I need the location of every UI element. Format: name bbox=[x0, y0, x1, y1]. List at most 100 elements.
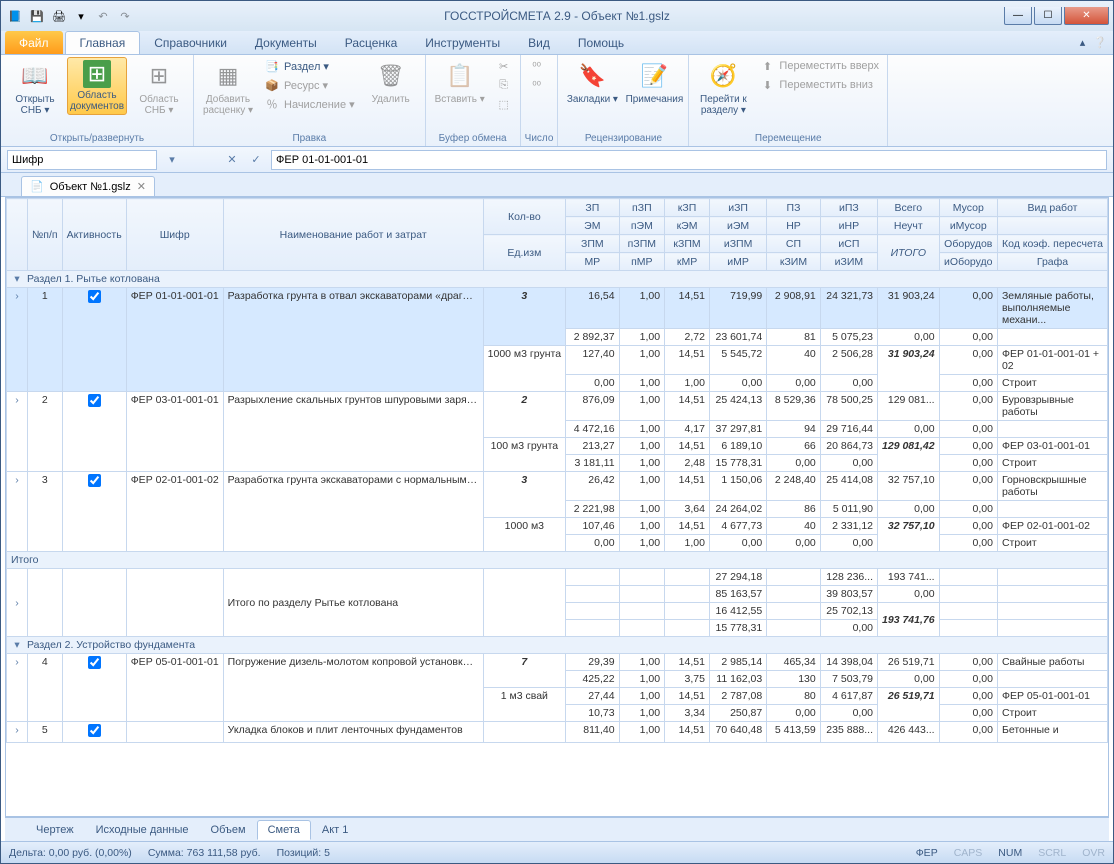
expand-icon[interactable]: › bbox=[11, 724, 23, 736]
tab-rate[interactable]: Расценка bbox=[331, 31, 412, 54]
maximize-button[interactable]: ☐ bbox=[1034, 7, 1062, 25]
close-tab-icon[interactable]: ✕ bbox=[137, 180, 146, 193]
help-icon[interactable]: ❔ bbox=[1093, 36, 1107, 49]
expand-icon[interactable]: › bbox=[11, 597, 23, 609]
trash-icon: 🗑 bbox=[375, 60, 407, 92]
status-delta: Дельта: 0,00 руб. (0,00%) bbox=[9, 847, 132, 859]
close-button[interactable]: ✕ bbox=[1064, 7, 1109, 25]
group-label: Число bbox=[525, 131, 554, 146]
sheet-tab[interactable]: Чертеж bbox=[25, 820, 85, 840]
save-icon[interactable]: 💾 bbox=[27, 6, 47, 26]
book-icon: 📖 bbox=[19, 60, 51, 92]
cut-button[interactable]: ✂ bbox=[492, 57, 516, 75]
add-rate-button[interactable]: ▦Добавить расценку ▾ bbox=[198, 57, 258, 119]
sheet-tab[interactable]: Объем bbox=[200, 820, 257, 840]
redo-icon[interactable]: ↷ bbox=[115, 6, 135, 26]
app-icon[interactable]: 📘 bbox=[5, 6, 25, 26]
tab-tools[interactable]: Инструменты bbox=[411, 31, 514, 54]
doc-area-button[interactable]: ⊞Область документов bbox=[67, 57, 127, 115]
move-up-button[interactable]: ⬆Переместить вверх bbox=[755, 57, 883, 75]
sheet-tab[interactable]: Акт 1 bbox=[311, 820, 360, 840]
select-button[interactable]: ⬚ bbox=[492, 95, 516, 113]
bookmarks-button[interactable]: 🔖Закладки ▾ bbox=[562, 57, 622, 108]
undo-icon[interactable]: ↶ bbox=[93, 6, 113, 26]
section-button[interactable]: 📑Раздел ▾ bbox=[260, 57, 359, 75]
collapse-icon[interactable]: ▾ bbox=[11, 273, 23, 285]
caps-indicator: CAPS bbox=[954, 847, 983, 859]
minimize-button[interactable]: — bbox=[1004, 7, 1032, 25]
formula-input[interactable] bbox=[271, 150, 1107, 170]
collapse-icon[interactable]: ▾ bbox=[11, 639, 23, 651]
delete-button[interactable]: 🗑Удалить bbox=[361, 57, 421, 108]
tab-help[interactable]: Помощь bbox=[564, 31, 638, 54]
num-indicator: NUM bbox=[998, 847, 1022, 859]
sheet-tab[interactable]: Исходные данные bbox=[85, 820, 200, 840]
expand-icon[interactable]: › bbox=[11, 290, 23, 302]
group-label: Буфер обмена bbox=[430, 131, 516, 146]
status-fer: ФЕР bbox=[916, 847, 938, 859]
group-label: Перемещение bbox=[693, 131, 883, 146]
grid[interactable]: №п/пАктивностьШифрНаименование работ и з… bbox=[5, 197, 1109, 817]
tab-docs[interactable]: Документы bbox=[241, 31, 331, 54]
accrual-icon: ％ bbox=[264, 96, 280, 112]
scrl-indicator: SCRL bbox=[1038, 847, 1066, 859]
accept-icon[interactable]: ✓ bbox=[247, 151, 265, 169]
num2[interactable]: ⁰⁰ bbox=[525, 76, 549, 94]
move-down-button[interactable]: ⬇Переместить вниз bbox=[755, 76, 883, 94]
expand-icon[interactable]: › bbox=[11, 474, 23, 486]
document-tabs: 📄 Объект №1.gslz ✕ bbox=[1, 173, 1113, 197]
tab-ref[interactable]: Справочники bbox=[140, 31, 241, 54]
open-snb-button[interactable]: 📖Открыть СНБ ▾ bbox=[5, 57, 65, 119]
paste-button[interactable]: 📋Вставить ▾ bbox=[430, 57, 490, 108]
num1[interactable]: ⁰⁰ bbox=[525, 57, 549, 75]
tab-view[interactable]: Вид bbox=[514, 31, 564, 54]
copy-icon: ⎘ bbox=[496, 77, 512, 93]
ribbon-min-icon[interactable]: ▴ bbox=[1080, 36, 1086, 49]
ovr-indicator: OVR bbox=[1082, 847, 1105, 859]
cancel-icon[interactable]: ✕ bbox=[223, 151, 241, 169]
notes-button[interactable]: 📝Примечания bbox=[624, 57, 684, 108]
clipboard-icon: 📋 bbox=[444, 60, 476, 92]
up-icon: ⬆ bbox=[759, 58, 775, 74]
section-icon: 📑 bbox=[264, 58, 280, 74]
expand-icon[interactable]: › bbox=[11, 656, 23, 668]
copy-button[interactable]: ⎘ bbox=[492, 76, 516, 94]
active-checkbox[interactable] bbox=[88, 724, 101, 737]
document-tab[interactable]: 📄 Объект №1.gslz ✕ bbox=[21, 176, 155, 196]
window-title: ГОССТРОЙСМЕТА 2.9 - Объект №1.gslz bbox=[444, 9, 670, 23]
sheet-tab[interactable]: Смета bbox=[257, 820, 311, 840]
cut-icon: ✂ bbox=[496, 58, 512, 74]
doc-icon: 📄 bbox=[30, 180, 44, 193]
ribbon: 📖Открыть СНБ ▾ ⊞Область документов ⊞Обла… bbox=[1, 55, 1113, 147]
formula-bar: ▾ ✕ ✓ bbox=[1, 147, 1113, 173]
resource-button[interactable]: 📦Ресурс ▾ bbox=[260, 76, 359, 94]
resource-icon: 📦 bbox=[264, 77, 280, 93]
snb-area-button[interactable]: ⊞Область СНБ ▾ bbox=[129, 57, 189, 119]
active-checkbox[interactable] bbox=[88, 474, 101, 487]
name-dropdown[interactable]: ▾ bbox=[163, 151, 181, 169]
expand-icon[interactable]: › bbox=[11, 394, 23, 406]
active-checkbox[interactable] bbox=[88, 656, 101, 669]
accrual-button[interactable]: ％Начисление ▾ bbox=[260, 95, 359, 113]
tab-main[interactable]: Главная bbox=[65, 31, 141, 54]
active-checkbox[interactable] bbox=[88, 394, 101, 407]
group-label: Правка bbox=[198, 131, 421, 146]
grid2-icon: ⊞ bbox=[143, 60, 175, 92]
status-pos: Позиций: 5 bbox=[277, 847, 330, 859]
active-checkbox[interactable] bbox=[88, 290, 101, 303]
titlebar: 📘 💾 🖨 ▾ ↶ ↷ ГОССТРОЙСМЕТА 2.9 - Объект №… bbox=[1, 1, 1113, 31]
qat-dropdown[interactable]: ▾ bbox=[71, 6, 91, 26]
print-icon[interactable]: 🖨 bbox=[49, 6, 69, 26]
note-icon: 📝 bbox=[638, 60, 670, 92]
file-tab[interactable]: Файл bbox=[5, 31, 63, 54]
down-icon: ⬇ bbox=[759, 77, 775, 93]
statusbar: Дельта: 0,00 руб. (0,00%) Сумма: 763 111… bbox=[1, 841, 1113, 863]
goto-section-button[interactable]: 🧭Перейти к разделу ▾ bbox=[693, 57, 753, 119]
select-icon: ⬚ bbox=[496, 96, 512, 112]
goto-icon: 🧭 bbox=[707, 60, 739, 92]
group-label: Рецензирование bbox=[562, 131, 684, 146]
bookmark-icon: 🔖 bbox=[576, 60, 608, 92]
group-label: Открыть/развернуть bbox=[5, 131, 189, 146]
table-add-icon: ▦ bbox=[212, 60, 244, 92]
name-box[interactable] bbox=[7, 150, 157, 170]
